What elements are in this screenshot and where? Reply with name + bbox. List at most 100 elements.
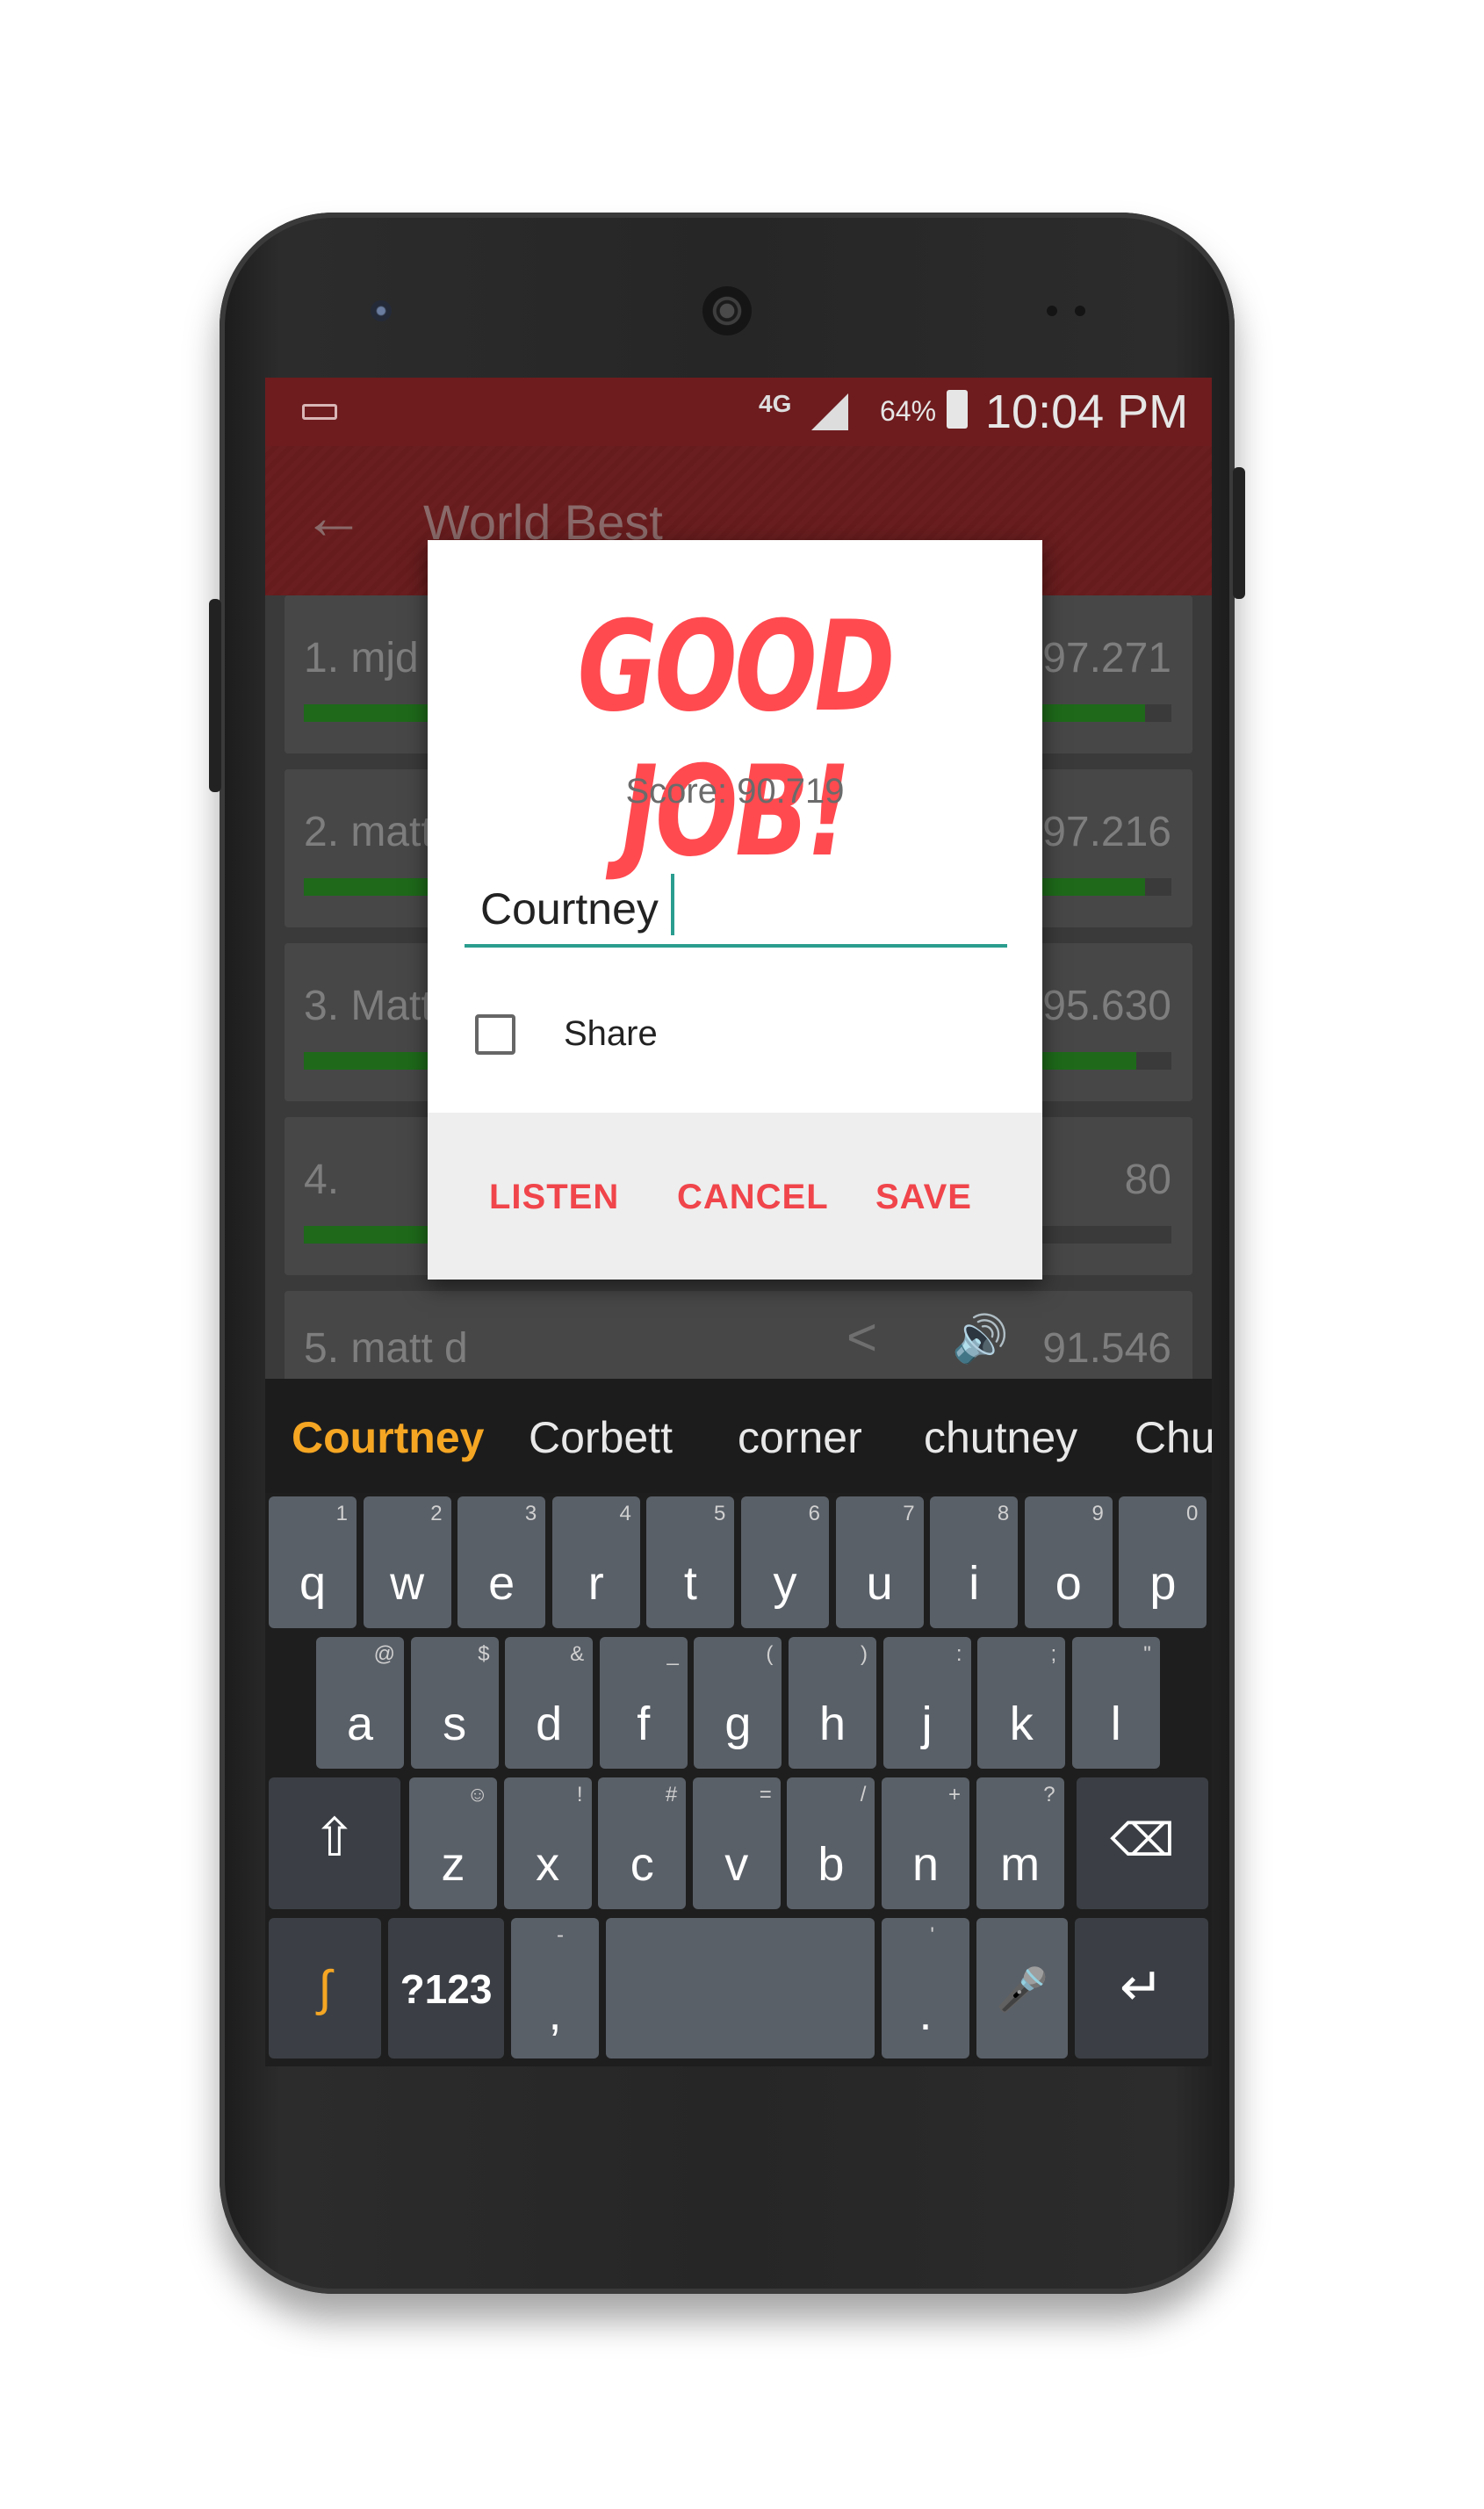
key-o[interactable]: 9o xyxy=(1024,1496,1113,1628)
key-label: r xyxy=(587,1557,604,1610)
key-alt-label: ( xyxy=(766,1642,774,1666)
key-label: c xyxy=(630,1838,654,1891)
signal-icon xyxy=(811,393,848,430)
listen-button[interactable]: LISTEN xyxy=(489,1178,619,1217)
key-alt-label: 7 xyxy=(903,1502,915,1525)
comma-key[interactable]: -, xyxy=(511,1918,599,2058)
key-label: u xyxy=(866,1557,893,1610)
key-h[interactable]: ) h xyxy=(789,1637,876,1769)
key-g[interactable]: (g xyxy=(694,1637,782,1769)
key-label: d xyxy=(536,1698,563,1750)
key-t[interactable]: 5t xyxy=(646,1496,735,1628)
speaker-icon[interactable]: 🔊 xyxy=(952,1312,1009,1366)
share-checkbox[interactable] xyxy=(475,1014,515,1055)
key-i[interactable]: 8i xyxy=(930,1496,1019,1628)
key-z[interactable]: ☺ z xyxy=(409,1777,497,1909)
backspace-key[interactable]: ⌫ xyxy=(1077,1777,1208,1909)
key-label: w xyxy=(390,1557,425,1610)
key-alt-label: ☺ xyxy=(466,1783,488,1806)
key-p[interactable]: 0p xyxy=(1119,1496,1207,1628)
suggestion-item[interactable]: corner xyxy=(738,1412,862,1463)
name-input[interactable] xyxy=(465,874,1007,948)
power-button xyxy=(1233,467,1245,599)
save-button[interactable]: SAVE xyxy=(875,1178,972,1217)
dialog-heading: GOOD JOB! xyxy=(577,595,896,884)
key-alt-label: 4 xyxy=(619,1502,631,1525)
key-label: o xyxy=(1055,1557,1082,1610)
phone-screen: 4G 64% 10:04 PM ← World Best 1. mjd 97.2… xyxy=(265,378,1212,2066)
share-icon[interactable]: < xyxy=(846,1307,877,1367)
key-alt-label: 5 xyxy=(714,1502,726,1525)
key-b[interactable]: / b xyxy=(787,1777,875,1909)
symbols-key[interactable]: ?123 xyxy=(388,1918,504,2058)
key-alt-label: ; xyxy=(1050,1642,1057,1666)
key-k[interactable]: ; k xyxy=(977,1637,1066,1769)
key-label: n xyxy=(911,1838,940,1891)
key-alt-label: & xyxy=(570,1642,585,1666)
shift-key[interactable]: ⇧ xyxy=(269,1777,400,1909)
dialog-actions: LISTEN CANCEL SAVE xyxy=(428,1113,1042,1280)
swype-icon[interactable]: ∫ xyxy=(269,1918,381,2058)
key-label: g xyxy=(724,1698,752,1750)
key-alt-label: / xyxy=(860,1783,867,1806)
key-label: z xyxy=(441,1838,465,1891)
key-alt-label: " xyxy=(1143,1642,1151,1666)
space-key[interactable] xyxy=(606,1918,875,2058)
front-camera xyxy=(371,300,392,321)
key-d[interactable]: & d xyxy=(505,1637,594,1769)
key-label: j xyxy=(921,1698,933,1750)
microphone-icon[interactable]: 🎤 xyxy=(976,1918,1068,2058)
key-x[interactable]: ! x xyxy=(503,1777,592,1909)
key-j[interactable]: :j xyxy=(882,1637,971,1769)
suggestion-item[interactable]: Chu xyxy=(1135,1412,1212,1463)
key-alt-label: 6 xyxy=(808,1502,820,1525)
back-arrow-icon[interactable]: ← xyxy=(302,481,365,553)
key-alt-label: ) xyxy=(861,1642,868,1666)
key-label: f xyxy=(637,1698,651,1750)
key-l[interactable]: " l xyxy=(1071,1637,1160,1769)
key-r[interactable]: 4r xyxy=(551,1496,640,1628)
volume-button xyxy=(209,599,221,792)
key-c[interactable]: # c xyxy=(598,1777,687,1909)
key-alt-label: ? xyxy=(1043,1783,1055,1806)
light-sensor xyxy=(1075,306,1085,316)
key-label: m xyxy=(1000,1838,1041,1891)
key-label: x xyxy=(536,1838,560,1891)
player-name: 2. matt xyxy=(304,809,433,855)
player-score: 97.216 xyxy=(1042,809,1171,855)
key-w[interactable]: 2w xyxy=(363,1496,451,1628)
player-name: 5. matt d xyxy=(304,1325,468,1372)
player-name: 3. Matt xyxy=(304,983,433,1029)
player-score: 97.271 xyxy=(1042,635,1171,681)
cancel-button[interactable]: CANCEL xyxy=(677,1178,829,1217)
key-a[interactable]: @ a xyxy=(316,1637,404,1769)
text-cursor xyxy=(671,874,674,935)
key-n[interactable]: + n xyxy=(882,1777,969,1909)
key-alt-label: $ xyxy=(478,1642,490,1666)
key-label: h xyxy=(818,1698,846,1750)
key-label: q xyxy=(299,1557,327,1610)
key-label: a xyxy=(346,1698,374,1750)
key-alt-label: = xyxy=(759,1783,772,1806)
key-v[interactable]: = v xyxy=(692,1777,781,1909)
key-s[interactable]: $ s xyxy=(410,1637,499,1769)
network-indicator: 4G xyxy=(759,390,792,417)
score-text: Score: 90.719 xyxy=(625,772,845,811)
suggestion-strip: Courtney Corbett corner chutney Chu xyxy=(265,1379,1212,1493)
key-e[interactable]: 3e xyxy=(457,1496,546,1628)
key-f[interactable]: _ f xyxy=(599,1637,688,1769)
suggestion-item[interactable]: Corbett xyxy=(529,1412,673,1463)
suggestion-item[interactable]: chutney xyxy=(924,1412,1077,1463)
key-alt-label: _ xyxy=(666,1642,679,1666)
key-q[interactable]: 1q xyxy=(269,1496,357,1628)
key-alt-label: 1 xyxy=(335,1502,348,1525)
enter-key[interactable]: ↵ xyxy=(1075,1918,1208,2058)
key-y[interactable]: 6y xyxy=(741,1496,829,1628)
suggestion-item[interactable]: Courtney xyxy=(292,1412,484,1463)
battery-percent: 64% xyxy=(880,395,937,427)
share-label: Share xyxy=(564,1014,658,1053)
period-key[interactable]: '. xyxy=(882,1918,969,2058)
keyboard-status-icon xyxy=(302,404,337,420)
key-u[interactable]: 7u xyxy=(835,1496,924,1628)
key-m[interactable]: ? m xyxy=(976,1777,1064,1909)
